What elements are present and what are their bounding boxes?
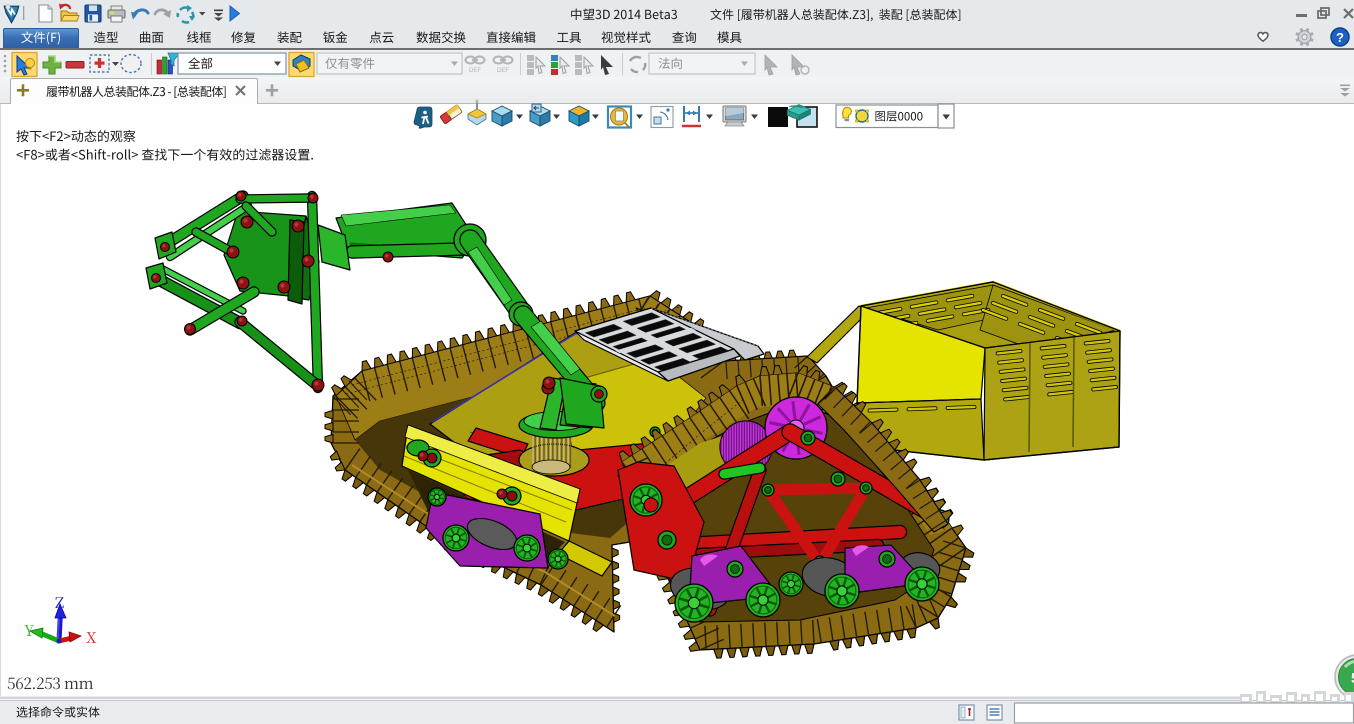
svg-text:DEF: DEF (469, 68, 481, 74)
svg-text:?: ? (1336, 30, 1344, 45)
svg-text:DEF: DEF (497, 68, 509, 74)
